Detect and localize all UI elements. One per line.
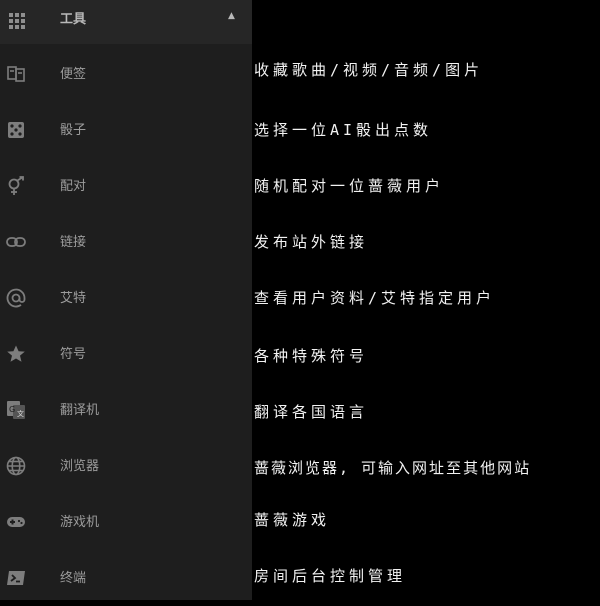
at-icon <box>6 288 26 308</box>
chevron-up-icon[interactable]: ▲ <box>228 11 235 21</box>
tool-description: 发布站外链接 <box>254 233 369 251</box>
tool-label: 终端 <box>60 571 87 586</box>
tool-description: 收藏歌曲/视频/音频/图片 <box>254 61 484 79</box>
tools-sidebar: 工具 ▲ 便签 骰子 配对 链接 艾特 符号 G 文 翻译机 浏览器 游戏机 终… <box>0 0 252 600</box>
tool-description: 翻译各国语言 <box>254 403 369 421</box>
tool-description: 房间后台控制管理 <box>254 567 407 585</box>
gender-icon <box>6 176 26 196</box>
dice-icon <box>6 120 26 140</box>
tool-description: 随机配对一位蔷薇用户 <box>254 177 445 195</box>
tool-item-link[interactable]: 链接 <box>0 214 252 270</box>
tool-label: 浏览器 <box>60 459 100 474</box>
tool-description: 查看用户资料/艾特指定用户 <box>254 289 496 307</box>
tool-label: 配对 <box>60 179 87 194</box>
link-icon <box>6 232 26 252</box>
gamepad-icon <box>6 512 26 532</box>
tool-label: 符号 <box>60 347 87 362</box>
tools-title: 工具 <box>60 12 87 27</box>
tool-item-browser[interactable]: 浏览器 <box>0 438 252 494</box>
tool-description: 蔷薇浏览器, 可输入网址至其他网站 <box>254 459 532 477</box>
note-icon <box>6 64 26 84</box>
globe-icon <box>6 456 26 476</box>
tool-item-symbol[interactable]: 符号 <box>0 326 252 382</box>
tools-header[interactable]: 工具 ▲ <box>0 0 252 44</box>
translate-icon: G 文 <box>6 400 26 420</box>
star-icon <box>6 344 26 364</box>
tool-description: 蔷薇游戏 <box>254 511 331 529</box>
tool-label: 翻译机 <box>60 403 100 418</box>
tool-label: 链接 <box>60 235 87 250</box>
tool-label: 艾特 <box>60 291 87 306</box>
tool-item-at[interactable]: 艾特 <box>0 270 252 326</box>
tool-label: 便签 <box>60 67 87 82</box>
tool-label: 骰子 <box>60 123 87 138</box>
tool-item-game[interactable]: 游戏机 <box>0 494 252 550</box>
grid-icon <box>8 12 26 30</box>
terminal-icon <box>6 568 26 588</box>
tool-item-dice[interactable]: 骰子 <box>0 102 252 158</box>
svg-text:G: G <box>9 405 15 414</box>
tool-label: 游戏机 <box>60 515 100 530</box>
svg-text:文: 文 <box>17 409 24 418</box>
tool-description: 各种特殊符号 <box>254 347 369 365</box>
tool-description: 选择一位AI骰出点数 <box>254 121 433 139</box>
tool-item-terminal[interactable]: 终端 <box>0 550 252 606</box>
tool-item-translate[interactable]: G 文 翻译机 <box>0 382 252 438</box>
tool-item-note[interactable]: 便签 <box>0 46 252 102</box>
tool-item-match[interactable]: 配对 <box>0 158 252 214</box>
